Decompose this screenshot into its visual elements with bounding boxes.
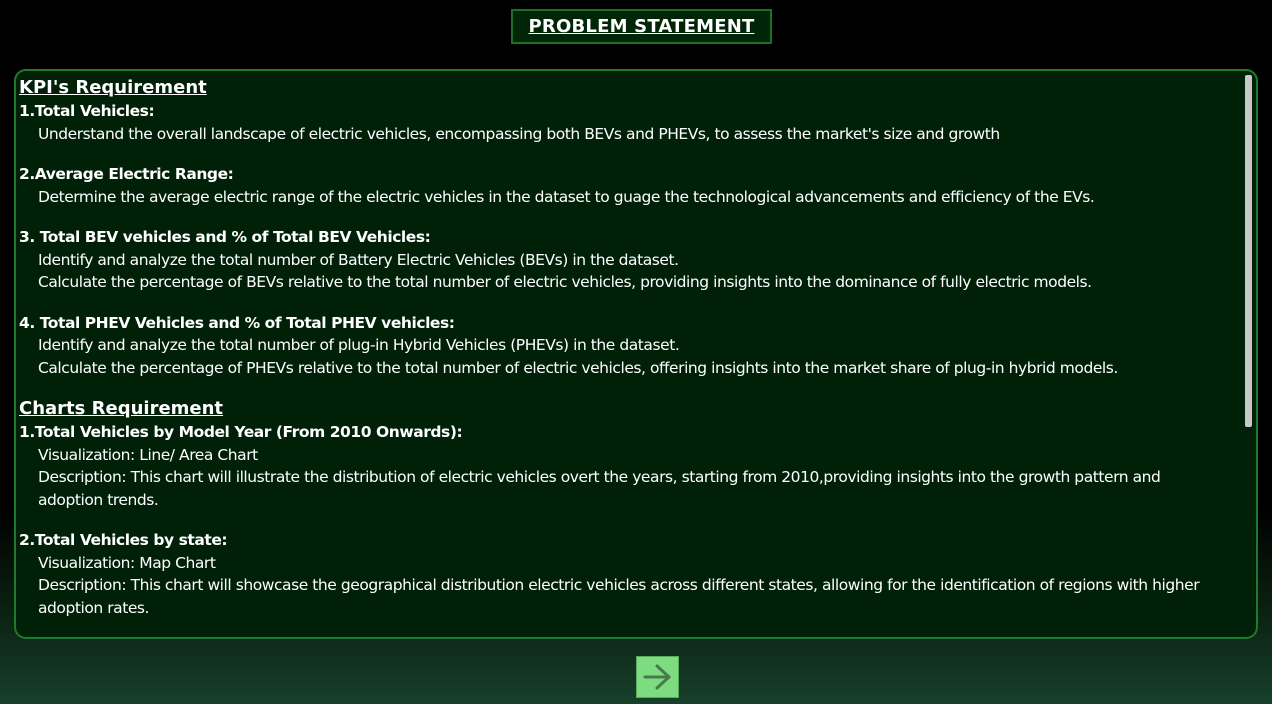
kpi-item-description: Identify and analyze the total number of…: [38, 336, 680, 354]
kpi-item-description: Calculate the percentage of BEVs relativ…: [38, 273, 1092, 291]
chart-item-by-state: 2.Total Vehicles by state: Visualization…: [19, 529, 1229, 619]
kpi-item-description: Determine the average electric range of …: [38, 187, 1095, 206]
kpi-item-total-vehicles: 1.Total Vehicles: Understand the overall…: [19, 100, 1229, 145]
kpi-item-description: Understand the overall landscape of elec…: [38, 124, 1000, 143]
chart-item-description: Description: This chart will showcase th…: [38, 576, 1200, 617]
arrow-right-icon: [643, 664, 670, 690]
kpi-item-phev: 4. Total PHEV Vehicles and % of Total PH…: [19, 312, 1229, 380]
chart-item-visualization: Visualization: Line/ Area Chart: [38, 445, 258, 464]
panel-scrollbar[interactable]: [1245, 75, 1252, 427]
chart-item-model-year: 1.Total Vehicles by Model Year (From 201…: [19, 421, 1229, 511]
chart-item-description: Description: This chart will illustrate …: [38, 468, 1161, 509]
chart-item-visualization: Visualization: Map Chart: [38, 553, 216, 572]
kpi-section-heading: KPI's Requirement: [19, 77, 207, 98]
kpi-item-description: Identify and analyze the total number of…: [38, 250, 679, 269]
kpi-item-title: 3. Total BEV vehicles and % of Total BEV…: [19, 228, 431, 246]
kpi-item-average-range: 2.Average Electric Range: Determine the …: [19, 163, 1229, 208]
chart-item-title: 1.Total Vehicles by Model Year (From 201…: [19, 423, 463, 441]
kpi-item-bev: 3. Total BEV vehicles and % of Total BEV…: [19, 226, 1229, 294]
kpi-item-title: 1.Total Vehicles:: [19, 102, 155, 120]
page-title-box: PROBLEM STATEMENT: [511, 9, 772, 44]
kpi-item-title: 2.Average Electric Range:: [19, 165, 234, 183]
panel-content: KPI's Requirement 1.Total Vehicles: Unde…: [19, 76, 1229, 619]
problem-statement-panel: KPI's Requirement 1.Total Vehicles: Unde…: [14, 69, 1258, 639]
kpi-item-title: 4. Total PHEV Vehicles and % of Total PH…: [19, 313, 455, 332]
page-title: PROBLEM STATEMENT: [528, 16, 755, 37]
next-page-button[interactable]: [636, 656, 679, 698]
charts-section-heading: Charts Requirement: [19, 398, 224, 419]
kpi-item-description: Calculate the percentage of PHEVs relati…: [38, 358, 1118, 377]
chart-item-title: 2.Total Vehicles by state:: [19, 531, 228, 549]
